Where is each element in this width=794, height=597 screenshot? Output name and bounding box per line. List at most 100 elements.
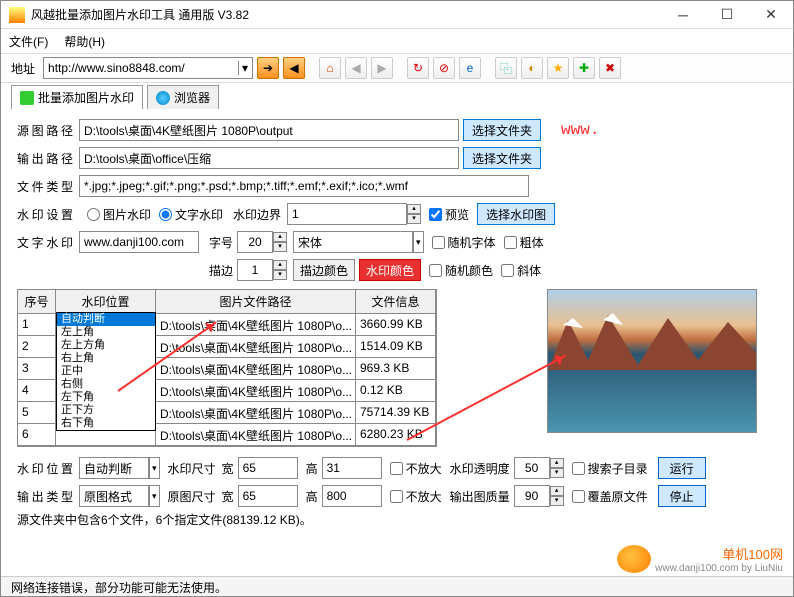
dropdown-option[interactable]: 左上方角 <box>57 339 155 352</box>
wm-setting-label: 水印设置 <box>17 206 73 223</box>
star-icon[interactable]: ★ <box>547 57 569 79</box>
quality-input[interactable] <box>514 485 550 507</box>
bold-checkbox[interactable] <box>504 236 517 249</box>
tab-browser[interactable]: 浏览器 <box>147 85 219 109</box>
status-bar: 网络连接错误，部分功能可能无法使用。 <box>1 576 793 596</box>
dropdown-option[interactable]: 正下方 <box>57 404 155 417</box>
preview-image <box>547 289 757 433</box>
text-wm-radio[interactable] <box>159 208 172 221</box>
window-title: 风越批量添加图片水印工具 通用版 V3.82 <box>31 6 661 23</box>
wm-text-input[interactable] <box>79 231 199 253</box>
menubar: 文件(F) 帮助(H) <box>1 29 793 53</box>
address-input-wrap[interactable]: ▾ <box>43 57 253 79</box>
random-color-checkbox[interactable] <box>429 264 442 277</box>
stroke-spinner[interactable]: ▴▾ <box>273 260 287 280</box>
refresh-icon[interactable]: ↻ <box>407 57 429 79</box>
add-fav-icon[interactable]: ✚ <box>573 57 595 79</box>
font-dropdown-icon[interactable]: ▾ <box>413 231 424 253</box>
run-button[interactable]: 运行 <box>658 457 706 479</box>
out-type-drop-icon[interactable]: ▾ <box>149 485 160 507</box>
back-icon[interactable]: ◀ <box>345 57 367 79</box>
out-type-select[interactable] <box>79 485 149 507</box>
toolbar: 地址 ▾ ➔ ◀ ⌂ ◀ ▶ ↻ ⊘ e ⿻ ◐ ★ ✚ ✖ <box>1 53 793 83</box>
dropdown-option[interactable]: 左下角 <box>57 391 155 404</box>
dropdown-option[interactable]: 左上角 <box>57 326 155 339</box>
th-index: 序号 <box>18 290 56 314</box>
opacity-input[interactable] <box>514 457 550 479</box>
cell-info: 1514.09 KB <box>356 336 436 358</box>
minimize-button[interactable]: ─ <box>661 1 705 29</box>
address-input[interactable] <box>48 61 235 75</box>
copy-icon[interactable]: ⿻ <box>495 57 517 79</box>
orig-height-input[interactable] <box>322 485 382 507</box>
wm-pos-drop-icon[interactable]: ▾ <box>149 457 160 479</box>
home-icon[interactable]: ⌂ <box>319 57 341 79</box>
wm-color-button[interactable]: 水印颜色 <box>359 259 421 281</box>
italic-checkbox[interactable] <box>501 264 514 277</box>
fontsize-input[interactable] <box>237 231 273 253</box>
dropdown-option[interactable]: 右上角 <box>57 352 155 365</box>
quality-spinner[interactable]: ▴▾ <box>550 486 564 506</box>
filetype-label: 文件类型 <box>17 178 73 195</box>
menu-file[interactable]: 文件(F) <box>9 33 48 50</box>
stop-icon[interactable]: ⊘ <box>433 57 455 79</box>
border-spinner[interactable]: ▴▾ <box>407 204 421 224</box>
filetype-input[interactable] <box>79 175 529 197</box>
orig-width-input[interactable] <box>238 485 298 507</box>
overwrite-checkbox[interactable] <box>572 490 585 503</box>
cell-info: 0.12 KB <box>356 380 436 402</box>
wm-pos-select[interactable] <box>79 457 149 479</box>
watermark-tab-icon <box>20 91 34 105</box>
search-subdir-checkbox[interactable] <box>572 462 585 475</box>
preview-mountains <box>548 310 757 370</box>
app-icon <box>9 7 25 23</box>
cell-info: 75714.39 KB <box>356 402 436 424</box>
tab-watermark[interactable]: 批量添加图片水印 <box>11 85 143 109</box>
wm-border-input[interactable] <box>287 203 407 225</box>
summary-text: 源文件夹中包含6个文件，6个指定文件(88139.12 KB)。 <box>17 511 777 528</box>
cell-idx: 3 <box>18 358 56 380</box>
cell-path: D:\tools\桌面\4K壁纸图片 1080P\o... <box>156 314 356 336</box>
www-text: www. <box>561 121 599 139</box>
close-button[interactable]: ✕ <box>749 1 793 29</box>
paint-icon[interactable]: ◐ <box>521 57 543 79</box>
opacity-spinner[interactable]: ▴▾ <box>550 458 564 478</box>
dropdown-option[interactable]: 右下角 <box>57 417 155 430</box>
no-enlarge-orig-checkbox[interactable] <box>390 490 403 503</box>
src-path-input[interactable] <box>79 119 459 141</box>
font-select[interactable] <box>293 231 413 253</box>
menu-help[interactable]: 帮助(H) <box>64 33 105 50</box>
stroke-label: 描边 <box>209 262 233 279</box>
stroke-input[interactable] <box>237 259 273 281</box>
pic-wm-radio[interactable] <box>87 208 100 221</box>
dropdown-option[interactable]: 自动判断 <box>57 313 155 326</box>
preview-checkbox[interactable] <box>429 208 442 221</box>
random-font-checkbox[interactable] <box>432 236 445 249</box>
del-fav-icon[interactable]: ✖ <box>599 57 621 79</box>
go-icon[interactable]: ➔ <box>257 57 279 79</box>
out-type-label: 输出类型 <box>17 488 73 505</box>
cell-idx: 5 <box>18 402 56 424</box>
position-dropdown[interactable]: 自动判断左上角左上方角右上角正中右侧左下角正下方右下角 <box>56 312 156 431</box>
no-enlarge-wm-checkbox[interactable] <box>390 462 403 475</box>
out-path-input[interactable] <box>79 147 459 169</box>
maximize-button[interactable]: ☐ <box>705 1 749 29</box>
cell-path: D:\tools\桌面\4K壁纸图片 1080P\o... <box>156 424 356 446</box>
cell-path: D:\tools\桌面\4K壁纸图片 1080P\o... <box>156 402 356 424</box>
select-src-folder-button[interactable]: 选择文件夹 <box>463 119 541 141</box>
back-orange-icon[interactable]: ◀ <box>283 57 305 79</box>
dropdown-option[interactable]: 右侧 <box>57 378 155 391</box>
address-dropdown-icon[interactable]: ▾ <box>238 61 248 75</box>
wm-height-input[interactable] <box>322 457 382 479</box>
cell-idx: 4 <box>18 380 56 402</box>
wm-width-input[interactable] <box>238 457 298 479</box>
select-out-folder-button[interactable]: 选择文件夹 <box>463 147 541 169</box>
stroke-color-button[interactable]: 描边颜色 <box>293 259 355 281</box>
ie-icon[interactable]: e <box>459 57 481 79</box>
select-wm-img-button[interactable]: 选择水印图 <box>477 203 555 225</box>
out-path-label: 输出路径 <box>17 150 73 167</box>
stop-button[interactable]: 停止 <box>658 485 706 507</box>
brand-icon <box>617 545 651 573</box>
fontsize-spinner[interactable]: ▴▾ <box>273 232 287 252</box>
forward-icon[interactable]: ▶ <box>371 57 393 79</box>
